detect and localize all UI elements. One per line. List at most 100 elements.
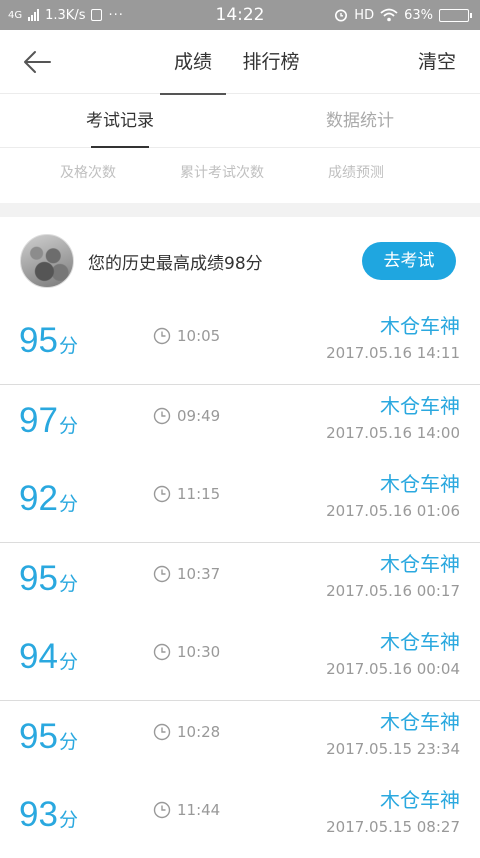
record-meta: 木仓车神 2017.05.16 14:00: [326, 391, 460, 445]
record-row[interactable]: 95分 10:37 木仓车神 2017.05.16 00:17: [0, 542, 480, 621]
nav-tabs: 成绩 排行榜: [160, 30, 316, 95]
stat-label-passes: 及格次数: [60, 165, 116, 181]
network-type: 4G: [8, 9, 23, 21]
record-user-name: 木仓车神: [380, 630, 460, 654]
score-value: 94: [19, 637, 58, 676]
record-row[interactable]: 95分 10:28 木仓车神 2017.05.15 23:34: [0, 700, 480, 779]
score-unit: 分: [58, 651, 78, 673]
record-date: 2017.05.15 08:27: [326, 818, 460, 836]
alarm-icon: [335, 9, 348, 22]
record-score: 93分: [19, 795, 78, 835]
score-unit: 分: [58, 809, 78, 831]
avatar: [20, 234, 74, 288]
status-bar: 4G 1.3K/s ··· 14:22 HD 63%: [0, 0, 480, 30]
score-value: 95: [19, 559, 58, 598]
record-user-name: 木仓车神: [380, 788, 460, 812]
clock-icon: [153, 801, 171, 819]
record-score: 95分: [19, 559, 78, 599]
duration-value: 11:44: [177, 801, 221, 819]
record-date: 2017.05.16 00:17: [326, 582, 460, 600]
duration-value: 10:28: [177, 723, 221, 741]
record-date: 2017.05.16 00:04: [326, 660, 460, 678]
record-user-name: 木仓车神: [380, 472, 460, 496]
record-date: 2017.05.16 14:11: [326, 344, 460, 362]
record-row[interactable]: 97分 09:49 木仓车神 2017.05.16 14:00: [0, 384, 480, 463]
more-notifications-icon: ···: [108, 7, 124, 23]
record-score: 95分: [19, 717, 78, 757]
score-value: 97: [19, 401, 58, 440]
score-unit: 分: [58, 493, 78, 515]
network-speed: 1.3K/s: [45, 7, 86, 23]
record-user-name: 木仓车神: [380, 552, 460, 576]
battery-percent: 63%: [404, 7, 433, 23]
record-score: 94分: [19, 637, 78, 677]
best-score-row: 您的历史最高成绩98分 去考试: [0, 217, 480, 305]
record-score: 97分: [19, 401, 78, 441]
record-row[interactable]: 92分 11:15 木仓车神 2017.05.16 01:06: [0, 463, 480, 542]
record-meta: 木仓车神 2017.05.15 23:34: [326, 707, 460, 761]
record-score: 95分: [19, 321, 78, 361]
record-duration: 10:37: [153, 565, 220, 583]
tab-scores[interactable]: 成绩: [160, 30, 226, 95]
battery-icon: [439, 8, 472, 22]
back-arrow-icon: [24, 51, 51, 73]
record-list: 95分 10:05 木仓车神 2017.05.16 14:11 97分 09:49 木仓车神…: [0, 305, 480, 858]
record-duration: 11:15: [153, 485, 220, 503]
record-duration: 10:05: [153, 327, 220, 345]
record-meta: 木仓车神 2017.05.15 08:27: [326, 785, 460, 839]
stat-label-score-prediction: 成绩预测: [328, 165, 384, 181]
take-exam-button[interactable]: 去考试: [362, 242, 456, 280]
score-value: 93: [19, 795, 58, 834]
score-value: 92: [19, 479, 58, 518]
duration-value: 10:30: [177, 643, 221, 661]
clock-icon: [153, 643, 171, 661]
sub-tabs: 考试记录 数据统计: [0, 94, 480, 148]
tab-exam-records[interactable]: 考试记录: [0, 94, 240, 147]
clock-icon: [153, 407, 171, 425]
clock-icon: [153, 723, 171, 741]
stat-label-total-exams: 累计考试次数: [180, 165, 264, 181]
sim-icon: [91, 9, 103, 21]
score-unit: 分: [58, 415, 78, 437]
record-meta: 木仓车神 2017.05.16 00:17: [326, 549, 460, 603]
score-unit: 分: [58, 335, 78, 357]
record-duration: 10:28: [153, 723, 220, 741]
record-meta: 木仓车神 2017.05.16 14:11: [326, 311, 460, 365]
tab-ranking[interactable]: 排行榜: [238, 30, 304, 94]
duration-value: 09:49: [177, 407, 221, 425]
duration-value: 10:05: [177, 327, 221, 345]
record-user-name: 木仓车神: [380, 710, 460, 734]
stat-labels: 及格次数 累计考试次数 成绩预测: [0, 148, 480, 203]
score-unit: 分: [58, 731, 78, 753]
hd-indicator: HD: [354, 7, 375, 23]
record-date: 2017.05.15 23:34: [326, 740, 460, 758]
duration-value: 10:37: [177, 565, 221, 583]
nav-bar: 成绩 排行榜 清空: [0, 30, 480, 95]
clear-button[interactable]: 清空: [418, 30, 456, 94]
record-row[interactable]: 94分 10:30 木仓车神 2017.05.16 00:04: [0, 621, 480, 700]
record-duration: 09:49: [153, 407, 220, 425]
score-value: 95: [19, 717, 58, 756]
clock-icon: [153, 327, 171, 345]
duration-value: 11:15: [177, 485, 221, 503]
best-score-text: 您的历史最高成绩98分: [88, 253, 263, 274]
record-meta: 木仓车神 2017.05.16 00:04: [326, 627, 460, 681]
record-row[interactable]: 93分 11:44 木仓车神 2017.05.15 08:27: [0, 779, 480, 858]
record-date: 2017.05.16 01:06: [326, 502, 460, 520]
back-button[interactable]: [22, 48, 58, 76]
record-score: 92分: [19, 479, 78, 519]
section-divider: [0, 203, 480, 217]
wifi-icon: [380, 8, 398, 22]
score-value: 95: [19, 321, 58, 360]
clock-icon: [153, 565, 171, 583]
record-duration: 11:44: [153, 801, 220, 819]
status-time: 14:22: [215, 5, 265, 25]
record-user-name: 木仓车神: [380, 394, 460, 418]
record-user-name: 木仓车神: [380, 314, 460, 338]
tab-data-statistics[interactable]: 数据统计: [240, 94, 480, 147]
record-duration: 10:30: [153, 643, 220, 661]
score-unit: 分: [58, 573, 78, 595]
record-meta: 木仓车神 2017.05.16 01:06: [326, 469, 460, 523]
signal-icon: [28, 9, 40, 21]
record-row[interactable]: 95分 10:05 木仓车神 2017.05.16 14:11: [0, 305, 480, 384]
